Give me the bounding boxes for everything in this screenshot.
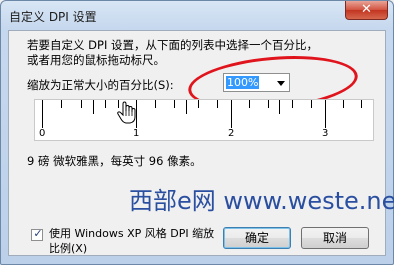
cancel-button[interactable]: 取消 [301,227,369,249]
ruler-number: 3 [322,128,329,139]
ok-button[interactable]: 确定 [223,227,291,249]
ruler-numbers: 0 1 2 3 [9,128,387,144]
intro-line-2: 或者用您的鼠标拖动标尺。 [27,53,165,67]
dpi-settings-dialog: 自定义 DPI 设置 ✕ 若要自定义 DPI 设置，从下面的列表中选择一个百分比… [0,0,394,265]
font-size-info: 9 磅 微软雅黑，每英寸 96 像素。 [27,154,202,168]
watermark-text: 西部e网 www.weste.net [129,187,394,215]
ruler-number: 2 [228,128,235,139]
ruler-number: 0 [39,128,46,139]
intro-line-1: 若要自定义 DPI 设置，从下面的列表中选择一个百分比， [27,38,318,52]
scale-percentage-label: 缩放为正常大小的百分比(S): [27,78,174,92]
close-icon: ✕ [361,2,372,17]
xp-style-scaling-checkbox[interactable]: ✓ [31,227,43,241]
dialog-body: 若要自定义 DPI 设置，从下面的列表中选择一个百分比， 或者用您的鼠标拖动标尺… [8,30,394,256]
hand-cursor-icon [117,101,136,124]
title-bar[interactable]: 自定义 DPI 设置 ✕ [1,1,393,29]
close-button[interactable]: ✕ [345,1,388,20]
xp-style-scaling-label[interactable]: 使用 Windows XP 风格 DPI 缩放比例(X) [49,226,219,256]
ruler-number: 1 [133,128,140,139]
window-title: 自定义 DPI 设置 [9,10,97,24]
checkmark-icon: ✓ [33,227,43,240]
